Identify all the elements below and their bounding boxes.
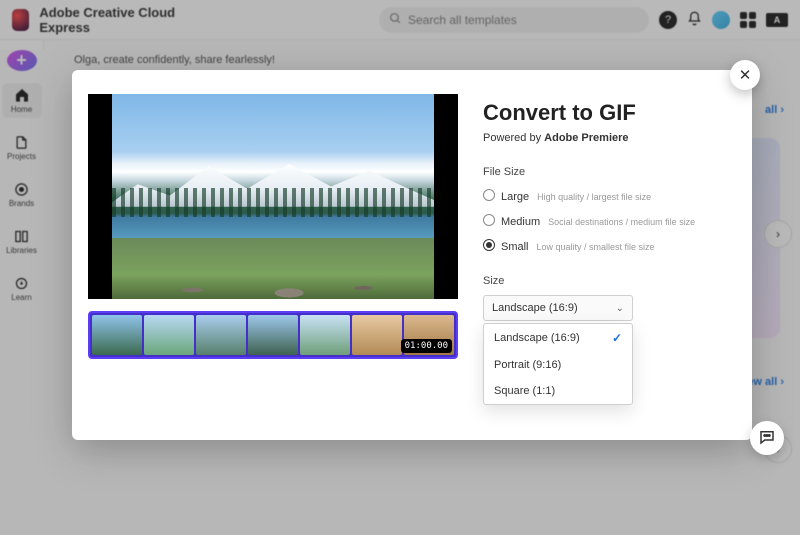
- filesize-option-medium[interactable]: Medium Social destinations / medium file…: [483, 213, 724, 228]
- modal-options-pane: Convert to GIF Powered by Adobe Premiere…: [467, 70, 752, 440]
- timeline-frame[interactable]: [248, 315, 298, 355]
- timecode-label: 01:00.00: [401, 339, 452, 353]
- radio-icon: [483, 189, 495, 201]
- pillarbox-left: [88, 94, 112, 299]
- option-desc: Low quality / smallest file size: [537, 242, 655, 252]
- size-option-landscape[interactable]: Landscape (16:9) ✓: [484, 324, 632, 352]
- radio-icon: [483, 214, 495, 226]
- size-dropdown: Landscape (16:9) ✓ Portrait (9:16) Squar…: [483, 323, 633, 405]
- size-select[interactable]: Landscape (16:9) ⌄: [483, 295, 633, 321]
- timeline-filmstrip[interactable]: 01:00.00: [88, 311, 458, 359]
- size-selected-value: Landscape (16:9): [492, 302, 578, 314]
- chevron-down-icon: ⌄: [616, 303, 624, 314]
- option-name: Large: [501, 191, 529, 203]
- filesize-option-small[interactable]: Small Low quality / smallest file size: [483, 238, 724, 253]
- convert-to-gif-modal: 01:00.00 Convert to GIF Powered by Adobe…: [72, 70, 752, 440]
- filesize-option-large[interactable]: Large High quality / largest file size: [483, 188, 724, 203]
- pillarbox-right: [434, 94, 458, 299]
- radio-icon: [483, 239, 495, 251]
- timeline-frame[interactable]: [144, 315, 194, 355]
- file-size-label: File Size: [483, 166, 724, 178]
- option-label: Landscape (16:9): [494, 332, 580, 344]
- option-name: Medium: [501, 216, 540, 228]
- modal-title: Convert to GIF: [483, 100, 724, 126]
- powered-brand: Adobe Premiere: [544, 132, 628, 144]
- timeline-frame[interactable]: [300, 315, 350, 355]
- chat-fab[interactable]: [750, 421, 784, 455]
- timeline-frame[interactable]: [92, 315, 142, 355]
- size-label: Size: [483, 275, 724, 287]
- size-option-square[interactable]: Square (1:1): [484, 378, 632, 404]
- chat-icon: [758, 428, 776, 449]
- option-desc: Social destinations / medium file size: [548, 217, 695, 227]
- close-button[interactable]: ✕: [730, 60, 760, 90]
- option-name: Small: [501, 241, 529, 253]
- check-icon: ✓: [612, 331, 622, 345]
- close-icon: ✕: [739, 66, 752, 84]
- timeline-frame[interactable]: [352, 315, 402, 355]
- video-preview: [88, 94, 458, 299]
- powered-prefix: Powered by: [483, 132, 544, 144]
- modal-preview-pane: 01:00.00: [72, 70, 467, 440]
- size-option-portrait[interactable]: Portrait (9:16): [484, 352, 632, 378]
- preview-image: [112, 94, 434, 299]
- modal-subtitle: Powered by Adobe Premiere: [483, 132, 724, 144]
- option-label: Square (1:1): [494, 385, 555, 397]
- option-desc: High quality / largest file size: [537, 192, 651, 202]
- option-label: Portrait (9:16): [494, 359, 561, 371]
- timeline-frame[interactable]: [196, 315, 246, 355]
